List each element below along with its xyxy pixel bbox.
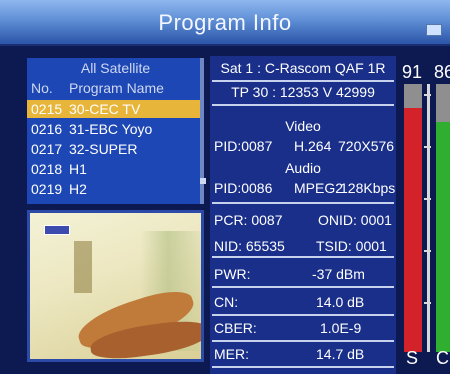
quality-label: C	[436, 348, 449, 368]
column-no: No.	[31, 80, 53, 96]
program-number: 0217	[31, 141, 63, 157]
title-bar: Program Info	[0, 0, 450, 46]
program-info-screen: Program Info All Satellite No. Program Na…	[0, 0, 450, 374]
program-name: 32-SUPER	[69, 141, 138, 157]
divider	[212, 202, 394, 204]
pwr-label: PWR:	[214, 266, 251, 282]
onid-value: ONID: 0001	[318, 212, 392, 228]
mer-value: 14.7 dB	[316, 346, 365, 362]
quality-bar	[436, 84, 450, 352]
audio-codec: MPEG2	[294, 180, 344, 196]
column-program-name: Program Name	[69, 80, 164, 96]
strength-bar	[404, 84, 422, 352]
pcr-value: PCR: 0087	[214, 212, 283, 228]
program-number: 0216	[31, 121, 63, 137]
satellite-name: Sat 1 : C-Rascom QAF 1R	[220, 60, 386, 76]
video-codec: H.264	[294, 138, 332, 154]
scale-tick	[424, 198, 431, 200]
video-label: Video	[285, 118, 321, 134]
program-list: All Satellite No. Program Name 0215 30-CEC…	[27, 58, 204, 204]
strength-fill	[404, 108, 422, 352]
signal-quality-meter: 86 C	[434, 0, 450, 374]
video-resolution: 720X576	[338, 138, 395, 154]
divider	[212, 340, 394, 342]
audio-label: Audio	[285, 160, 321, 176]
mer-label: MER:	[214, 346, 249, 362]
divider	[212, 104, 394, 106]
quality-value: 86	[434, 62, 450, 82]
list-item[interactable]: 0217 32-SUPER	[27, 140, 200, 158]
column-header: No. Program Name	[31, 80, 164, 96]
audio-bitrate: 128Kbps	[340, 180, 396, 196]
video-pid: PID:0087	[214, 138, 273, 154]
program-name: H2	[69, 181, 87, 197]
program-number: 0219	[31, 181, 63, 197]
video-preview	[27, 210, 204, 362]
program-name: H1	[69, 161, 87, 177]
pwr-value: -37 dBm	[312, 266, 365, 282]
list-header: All Satellite	[80, 60, 151, 76]
program-number: 0215	[31, 101, 63, 117]
tsid-value: TSID: 0001	[316, 238, 387, 254]
divider	[212, 314, 394, 316]
nid-value: NID: 65535	[214, 238, 285, 254]
divider	[212, 80, 394, 82]
cber-value: 1.0E-9	[320, 320, 362, 336]
list-item[interactable]: 0219 H2	[27, 180, 200, 198]
channel-logo	[44, 225, 70, 235]
list-item[interactable]: 0216 31-EBC Yoyo	[27, 120, 200, 138]
cn-label: CN:	[214, 294, 239, 310]
cber-label: CBER:	[214, 320, 257, 336]
scale-tick	[424, 146, 431, 148]
divider	[212, 256, 394, 258]
info-panel: Sat 1 : C-Rascom QAF 1R TP 30 : 12353 V …	[210, 56, 396, 374]
strength-value: 91	[402, 62, 423, 82]
scale-tick	[424, 250, 431, 252]
scrollbar[interactable]	[200, 178, 206, 184]
transponder: TP 30 : 12353 V 42999	[231, 84, 375, 100]
signal-strength-meter: 91 S	[402, 0, 424, 374]
cn-value: 14.0 dB	[316, 294, 365, 310]
audio-pid: PID:0086	[214, 180, 273, 196]
scale-tick	[424, 94, 431, 96]
strength-label: S	[406, 348, 419, 368]
divider	[212, 286, 394, 288]
divider	[212, 366, 394, 368]
list-item[interactable]: 0218 H1	[27, 160, 200, 178]
quality-fill	[436, 121, 450, 352]
scale-tick	[424, 302, 431, 304]
preview-calligraphy	[74, 241, 92, 293]
page-title: Program Info	[158, 10, 292, 35]
list-item[interactable]: 0215 30-CEC TV	[27, 100, 200, 118]
program-number: 0218	[31, 161, 63, 177]
meter-scale	[427, 84, 430, 352]
program-name: 31-EBC Yoyo	[69, 121, 153, 137]
program-name: 30-CEC TV	[69, 101, 141, 117]
